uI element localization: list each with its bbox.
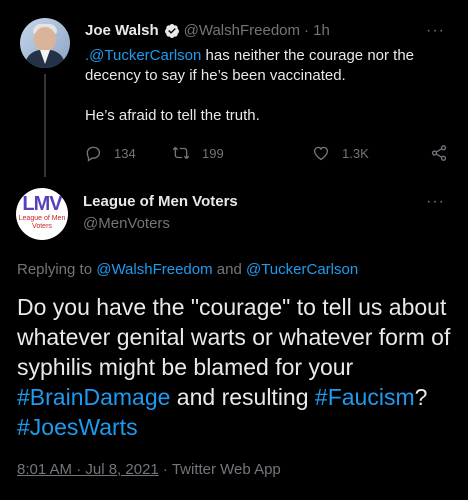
mention-tuckercarlson[interactable]: .@TuckerCarlson [85,47,201,64]
tweet2-author-name[interactable]: League of Men Voters [83,193,238,210]
tweet1-text: .@TuckerCarlson has neither the courage … [85,46,445,126]
share-button[interactable] [430,144,448,167]
avatar-league-of-men-voters[interactable]: LMV League of Men Voters [16,188,68,240]
thread-connector-line [44,74,46,177]
reply-button[interactable]: 134 [84,144,136,162]
avatar-face [34,27,56,51]
hashtag-joeswarts[interactable]: #JoesWarts [17,414,138,440]
tweet1-time[interactable]: · 1h [304,22,330,39]
tweet2-body-part: ? [414,384,428,410]
lmv-logo-subtitle: League of Men Voters [18,215,66,230]
tweet1-header: Joe Walsh @WalshFreedom · 1h [85,22,330,39]
replying-user-tuckercarlson[interactable]: @TuckerCarlson [246,261,358,278]
like-button[interactable]: 1.3K [312,144,369,162]
replying-user-walshfreedom[interactable]: @WalshFreedom [96,261,212,278]
tweet1-author-handle[interactable]: @WalshFreedom [184,22,300,39]
verified-icon [164,23,179,38]
more-icon[interactable]: ··· [426,22,445,40]
share-icon [431,145,447,161]
reply-count: 134 [114,145,136,161]
retweet-count: 199 [202,145,224,161]
lmv-logo: LMV [22,193,62,215]
like-count: 1.3K [342,145,369,161]
replying-to: Replying to @WalshFreedom and @TuckerCar… [17,261,358,278]
tweet1-text-line2: He’s afraid to tell the truth. [85,107,260,124]
tweet2-body: Do you have the "courage" to tell us abo… [17,292,457,442]
reply-icon [86,146,101,162]
tweet1-author-name[interactable]: Joe Walsh [85,22,159,39]
replying-prefix: Replying to [17,261,97,278]
hashtag-faucism[interactable]: #Faucism [315,384,415,410]
tweet2-body-part: Do you have the "courage" to tell us abo… [17,294,451,380]
retweet-button[interactable]: 199 [172,144,224,162]
avatar-joe-walsh[interactable] [20,18,70,68]
hashtag-braindamage[interactable]: #BrainDamage [17,384,170,410]
tweet2-author-handle[interactable]: @MenVoters [83,215,170,232]
replying-and: and [212,261,246,278]
tweet2-body-part: and resulting [170,384,315,410]
tweet-source: · Twitter Web App [158,461,281,478]
more-icon[interactable]: ··· [426,193,445,211]
tweet2-footer: 8:01 AM · Jul 8, 2021 · Twitter Web App [17,461,281,478]
like-icon [313,146,329,161]
tweet-timestamp[interactable]: 8:01 AM · Jul 8, 2021 [17,461,159,478]
retweet-icon [172,146,190,160]
